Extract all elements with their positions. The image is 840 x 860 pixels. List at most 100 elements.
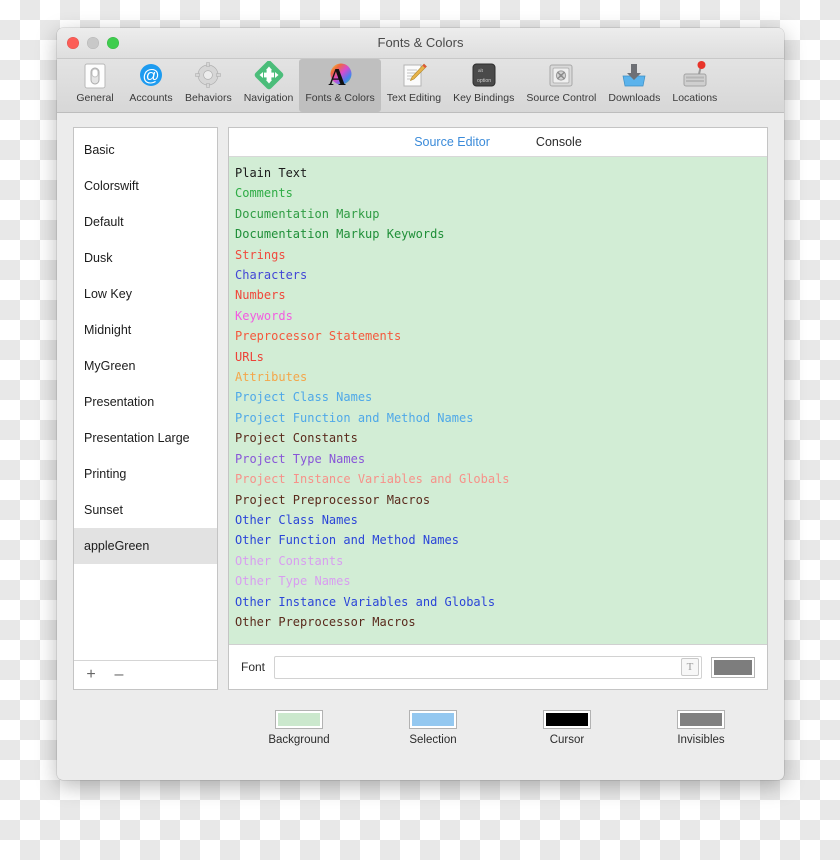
toolbar-item-navigation[interactable]: Navigation (238, 59, 300, 112)
tab-console[interactable]: Console (536, 135, 582, 149)
theme-list-item[interactable]: Presentation (74, 384, 217, 420)
theme-name: Sunset (84, 503, 123, 517)
selection-color-well[interactable] (409, 710, 457, 729)
syntax-item[interactable]: Keywords (232, 306, 767, 326)
toolbar-item-text-editing[interactable]: Text Editing (381, 59, 447, 112)
theme-list: Basic Colorswift Default Dusk Low Key Midnigh… (74, 128, 217, 660)
syntax-item[interactable]: Other Instance Variables and Globals (232, 592, 767, 612)
toolbar-item-source-control[interactable]: Source Control (520, 59, 602, 112)
syntax-item[interactable]: Strings (232, 245, 767, 265)
toolbar-label: Source Control (526, 92, 597, 104)
toolbar-item-downloads[interactable]: Downloads (602, 59, 666, 112)
swatch-label: Invisibles (677, 734, 725, 746)
theme-name: Midnight (84, 323, 132, 337)
toolbar-item-behaviors[interactable]: Behaviors (179, 59, 238, 112)
syntax-item[interactable]: Documentation Markup (232, 204, 767, 224)
theme-name: Dusk (84, 251, 113, 265)
swatch-background: Background (232, 710, 366, 746)
background-color-swatch (278, 713, 320, 726)
toolbar-item-general[interactable]: General (67, 59, 123, 112)
titlebar: Fonts & Colors (57, 28, 784, 59)
theme-list-item[interactable]: Midnight (74, 312, 217, 348)
theme-name: Default (84, 215, 124, 229)
theme-name: Basic (84, 143, 115, 157)
toolbar-label: Text Editing (386, 92, 442, 104)
svg-text:alt: alt (478, 68, 484, 73)
swatch-label: Cursor (549, 734, 585, 746)
close-button[interactable] (67, 37, 79, 49)
joystick-disk-icon (680, 61, 710, 91)
toolbar-label: Locations (672, 92, 718, 104)
syntax-item[interactable]: Project Preprocessor Macros (232, 490, 767, 510)
page-pencil-icon (399, 61, 429, 91)
toolbar-item-key-bindings[interactable]: alt option Key Bindings (447, 59, 520, 112)
preferences-body: Basic Colorswift Default Dusk Low Key Midnigh… (57, 113, 784, 706)
syntax-item[interactable]: URLs (232, 347, 767, 367)
preferences-toolbar: General @ Accounts Behaviors Navigation … (57, 59, 784, 113)
swatch-row-wrap: Background Selection Cursor Invisibles (57, 706, 784, 780)
zoom-button[interactable] (107, 37, 119, 49)
font-input[interactable]: T (274, 655, 702, 679)
svg-text:A: A (328, 65, 346, 91)
theme-list-item[interactable]: Basic (74, 132, 217, 168)
theme-name: Low Key (84, 287, 132, 301)
font-color-well[interactable] (711, 656, 755, 678)
syntax-item[interactable]: Other Type Names (232, 571, 767, 591)
safe-vault-icon (546, 61, 576, 91)
syntax-color-preview: Plain Text Comments Documentation Markup Do… (229, 157, 767, 644)
toolbar-item-locations[interactable]: Locations (666, 59, 723, 112)
selection-color-swatch (412, 713, 454, 726)
syntax-item[interactable]: Plain Text (232, 163, 767, 183)
traffic-lights (67, 37, 119, 49)
syntax-item[interactable]: Other Function and Method Names (232, 530, 767, 550)
syntax-item[interactable]: Attributes (232, 367, 767, 387)
syntax-item[interactable]: Other Constants (232, 551, 767, 571)
theme-name: Printing (84, 467, 127, 481)
toolbar-item-accounts[interactable]: @ Accounts (123, 59, 179, 112)
syntax-item[interactable]: Project Class Names (232, 387, 767, 407)
remove-theme-button[interactable]: – (112, 667, 126, 683)
syntax-item[interactable]: Numbers (232, 285, 767, 305)
minimize-button[interactable] (87, 37, 99, 49)
theme-list-footer: + – (74, 660, 217, 689)
font-color-swatch (714, 659, 752, 675)
syntax-item[interactable]: Characters (232, 265, 767, 285)
syntax-item[interactable]: Other Class Names (232, 510, 767, 530)
swatch-selection: Selection (366, 710, 500, 746)
font-picker-button[interactable]: T (681, 658, 699, 676)
syntax-item[interactable]: Project Function and Method Names (232, 408, 767, 428)
add-theme-button[interactable]: + (84, 667, 98, 683)
theme-list-item[interactable]: Sunset (74, 492, 217, 528)
syntax-item[interactable]: Project Constants (232, 428, 767, 448)
toolbar-item-fonts-and-colors[interactable]: A Fonts & Colors (299, 59, 381, 112)
theme-list-item[interactable]: Dusk (74, 240, 217, 276)
theme-list-item[interactable]: appleGreen (74, 528, 217, 564)
theme-name: Presentation (84, 395, 155, 409)
syntax-item[interactable]: Project Type Names (232, 449, 767, 469)
swatch-label: Background (268, 734, 330, 746)
theme-list-item[interactable]: Default (74, 204, 217, 240)
theme-list-item[interactable]: MyGreen (74, 348, 217, 384)
syntax-item[interactable]: Project Instance Variables and Globals (232, 469, 767, 489)
cursor-color-well[interactable] (543, 710, 591, 729)
tab-source-editor[interactable]: Source Editor (414, 135, 490, 149)
theme-list-item[interactable]: Printing (74, 456, 217, 492)
toolbar-label: Behaviors (185, 92, 232, 104)
invisibles-color-well[interactable] (677, 710, 725, 729)
syntax-item[interactable]: Comments (232, 183, 767, 203)
font-row: Font T (229, 644, 767, 689)
syntax-item[interactable]: Preprocessor Statements (232, 326, 767, 346)
theme-list-item[interactable]: Presentation Large (74, 420, 217, 456)
syntax-item[interactable]: Documentation Markup Keywords (232, 224, 767, 244)
color-letter-a-icon: A (325, 61, 355, 91)
theme-list-item[interactable]: Colorswift (74, 168, 217, 204)
svg-text:@: @ (142, 66, 159, 85)
background-color-well[interactable] (275, 710, 323, 729)
theme-list-item[interactable]: Low Key (74, 276, 217, 312)
theme-name: Colorswift (84, 179, 139, 193)
font-row-label: Font (241, 660, 266, 674)
theme-name: MyGreen (84, 359, 136, 373)
light-switch-icon (80, 61, 110, 91)
syntax-item[interactable]: Other Preprocessor Macros (232, 612, 767, 632)
at-sign-icon: @ (136, 61, 166, 91)
